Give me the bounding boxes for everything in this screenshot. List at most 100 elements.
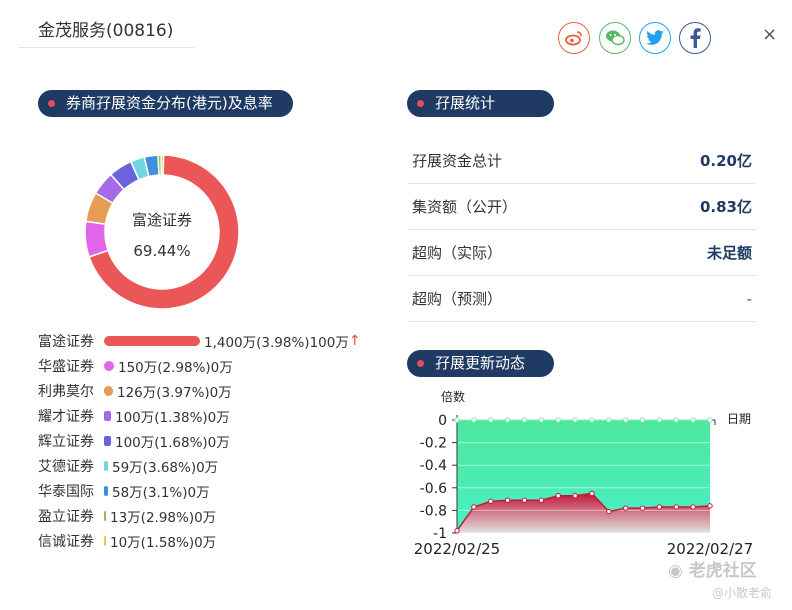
broker-value: 150万(2.98%)0万 [118, 360, 233, 376]
stat-row-total-margin: 孖展资金总计 0.20亿 [408, 138, 756, 184]
close-button[interactable]: × [762, 24, 777, 45]
top-point [538, 417, 545, 423]
broker-donut-chart: 富途证券 69.44% [84, 154, 240, 310]
top-point [454, 417, 460, 423]
stat-row-oversubscription-actual: 超购（实际） 未足额 [408, 230, 756, 276]
broker-share-bar [104, 436, 111, 446]
top-point [690, 417, 696, 423]
donut-center-name: 富途证券 [132, 211, 192, 229]
bullet-dot [417, 360, 424, 367]
broker-name: 盈立证券 [38, 509, 94, 525]
broker-name: 艾德证券 [38, 459, 94, 475]
weibo-icon [565, 31, 582, 46]
broker-legend-row[interactable]: 耀才证券 100万(1.38%)0万 [38, 405, 230, 427]
data-point [454, 528, 460, 534]
top-point [589, 417, 595, 423]
wechat-icon [606, 30, 625, 46]
broker-legend-row[interactable]: 盈立证券 13万(2.98%)0万 [38, 505, 216, 527]
stat-label: 孖展资金总计 [412, 152, 503, 170]
data-point [606, 508, 612, 515]
broker-share-bar [104, 536, 106, 546]
broker-name: 耀才证券 [38, 409, 94, 425]
data-point [488, 498, 494, 505]
y-tick-label: -0.6 [420, 481, 447, 497]
stat-label: 超购（实际） [412, 244, 503, 262]
x-axis-label: 日期 [727, 412, 751, 426]
top-point [521, 417, 528, 423]
broker-legend-row[interactable]: 信诚证券 10万(1.58%)0万 [38, 530, 216, 552]
stat-row-oversubscription-forecast: 超购（预测） - [408, 276, 756, 322]
stat-value: - [746, 289, 752, 308]
broker-legend-row[interactable]: 辉立证券 100万(1.68%)0万 [38, 430, 230, 452]
y-axis-label: 倍数 [441, 389, 465, 404]
broker-value: 10万(1.58%)0万 [110, 535, 217, 551]
top-point [488, 417, 494, 423]
x-tick-label: 2022/02/25 [414, 540, 500, 558]
wechat-share-button[interactable] [599, 22, 631, 54]
y-tick-label: 0 [438, 413, 447, 429]
watermark-user: @小散老俞 [712, 586, 773, 600]
broker-value: 59万(3.68%)0万 [112, 460, 219, 476]
watermark-brand: ◉ 老虎社区 [668, 556, 757, 581]
up-arrow-icon: ↑ [348, 333, 361, 349]
stat-label: 超购（预测） [412, 290, 503, 308]
data-point [639, 505, 646, 511]
y-tick-label: -0.2 [420, 436, 447, 452]
top-point [572, 417, 578, 423]
stat-row-public-offering: 集资额（公开） 0.83亿 [408, 184, 756, 230]
broker-share-bar [104, 361, 114, 371]
top-point [707, 417, 713, 423]
watermark-brand-text: 老虎社区 [688, 561, 757, 581]
page-title: 金茂服务(00816) [18, 14, 194, 48]
data-point [656, 504, 663, 510]
stat-label: 集资额（公开） [412, 198, 518, 216]
stat-value: 0.20亿 [699, 152, 752, 170]
bullet-dot [48, 100, 55, 107]
data-point [622, 505, 629, 511]
broker-name: 信诚证券 [38, 534, 94, 550]
donut-slice[interactable] [160, 154, 165, 176]
data-point [690, 504, 696, 510]
broker-distribution-header: 券商孖展资金分布(港元)及息率 [38, 90, 293, 117]
broker-legend-row[interactable]: 艾德证券 59万(3.68%)0万 [38, 455, 218, 477]
broker-value: 126万(3.97%)0万 [117, 385, 232, 401]
data-point [538, 497, 545, 503]
margin-trend-chart: 0-0.2-0.4-0.6-0.8-1倍数日期2022/02/25 2022/02… [414, 389, 753, 558]
bullet-dot [417, 100, 424, 107]
twitter-share-button[interactable] [639, 22, 671, 54]
twitter-icon [646, 30, 664, 45]
broker-legend-row[interactable]: 华盛证券 150万(2.98%)0万 [38, 355, 233, 377]
broker-legend-row[interactable]: 华泰国际 58万(3.1%)0万 [38, 480, 210, 502]
data-point [555, 493, 561, 499]
trend-title: 孖展更新动态 [435, 354, 526, 372]
broker-legend-row[interactable]: 利弗莫尔 126万(3.97%)0万 [38, 380, 232, 402]
facebook-icon [690, 28, 701, 48]
top-point [555, 417, 561, 423]
broker-name: 华盛证券 [38, 359, 94, 375]
stats-title: 孖展统计 [435, 94, 496, 112]
broker-value: 1,400万(3.98%)100万 [204, 335, 349, 351]
donut-center-pct: 69.44% [133, 242, 190, 260]
top-point [504, 417, 511, 423]
facebook-share-button[interactable] [679, 22, 711, 54]
stat-value: 未足额 [706, 244, 752, 262]
top-point [639, 417, 646, 423]
top-point [606, 417, 612, 423]
broker-value: 13万(2.98%)0万 [110, 510, 217, 526]
broker-share-bar [104, 336, 200, 346]
top-point [673, 417, 679, 423]
broker-share-bar [104, 386, 113, 396]
top-point [622, 417, 629, 423]
weibo-share-button[interactable] [558, 22, 590, 54]
donut-slice[interactable] [84, 220, 110, 258]
broker-share-bar [104, 511, 106, 521]
broker-name: 利弗莫尔 [38, 384, 94, 400]
stat-value: 0.83亿 [699, 198, 752, 216]
data-point [572, 493, 578, 499]
data-point [504, 497, 511, 503]
broker-share-bar [104, 411, 111, 421]
data-point [673, 504, 679, 510]
top-point [471, 417, 477, 423]
y-tick-label: -0.4 [420, 458, 447, 474]
broker-legend-row[interactable]: 富途证券 1,400万(3.98%)100万 ↑ [38, 330, 361, 352]
